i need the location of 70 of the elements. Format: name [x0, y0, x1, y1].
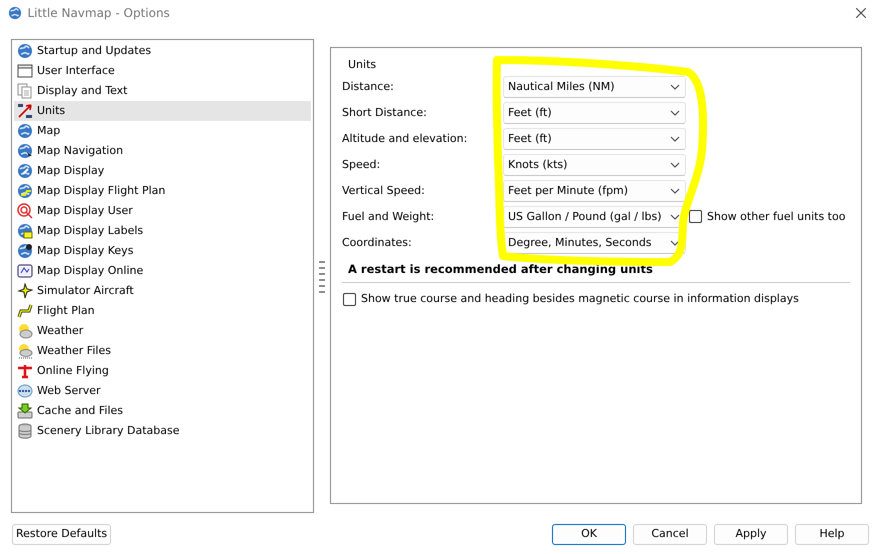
restore-defaults-button[interactable]: Restore Defaults	[12, 524, 112, 546]
sidebar-item[interactable]: Cache and Files	[14, 400, 311, 421]
sidebar-item[interactable]: Map	[14, 120, 311, 141]
dialog-button[interactable]: Help	[795, 524, 869, 546]
field-label: Altitude and elevation:	[342, 130, 468, 147]
download-icon	[17, 402, 33, 419]
close-icon[interactable]	[856, 8, 866, 18]
sidebar-item[interactable]: Web Server	[14, 380, 311, 401]
sidebar-item[interactable]: Flight Plan	[14, 300, 311, 321]
field-label: Short Distance:	[342, 104, 428, 121]
sidebar-item[interactable]: Weather	[14, 320, 311, 341]
sidebar-item[interactable]: Map Display Keys	[14, 240, 311, 261]
sidebar-item[interactable]: Weather Files	[14, 340, 311, 361]
dialog-button[interactable]: OK	[552, 524, 626, 546]
field-label: Coordinates:	[342, 234, 413, 251]
chevron-icon	[670, 110, 680, 116]
cloud-icon	[17, 342, 33, 359]
dialog-button[interactable]: Apply	[714, 524, 788, 546]
globe-icon	[17, 182, 33, 199]
globe-icon	[17, 122, 33, 139]
screen-icon	[17, 262, 33, 279]
field-label: Fuel and Weight:	[342, 208, 436, 225]
arrow-icon	[17, 102, 33, 119]
sidebar-item[interactable]: User Interface	[14, 60, 311, 81]
dropdown[interactable]: Knots (kts)	[503, 154, 686, 176]
sidebar-item[interactable]: Map Display Online	[14, 260, 311, 281]
cloud-icon	[17, 322, 33, 339]
field-label: Speed:	[342, 156, 382, 173]
sidebar-item[interactable]: Map Navigation	[14, 140, 311, 161]
sidebar-item[interactable]: Map Display	[14, 160, 311, 181]
sidebar-item[interactable]: Map Display Flight Plan	[14, 180, 311, 201]
field-label: Distance:	[342, 78, 395, 95]
globe-icon	[8, 6, 22, 20]
sidebar-item[interactable]: Map Display User	[14, 200, 311, 221]
web-icon	[17, 382, 33, 399]
sidebar-item[interactable]: Units	[14, 100, 311, 121]
dropdown[interactable]: Feet per Minute (fpm)	[503, 180, 686, 202]
sidebar-item[interactable]: Simulator Aircraft	[14, 280, 311, 301]
restart-notice: A restart is recommended after changing units	[347, 260, 654, 278]
checkbox[interactable]: Show other fuel units too	[689, 208, 846, 226]
globe-icon	[17, 222, 33, 239]
sidebar-item[interactable]: Map Display Labels	[14, 220, 311, 241]
sidebar-item[interactable]: Display and Text	[14, 80, 311, 101]
checkbox[interactable]: Show true course and heading besides magnetic course in information displays	[343, 290, 851, 308]
pages-icon	[17, 82, 33, 99]
route-icon	[17, 302, 33, 319]
chevron-icon	[670, 162, 680, 168]
dropdown[interactable]: Feet (ft)	[503, 102, 686, 124]
sidebar-item[interactable]: Startup and Updates	[14, 40, 311, 61]
chevron-icon	[670, 84, 680, 90]
field-label: Vertical Speed:	[342, 182, 426, 199]
chevron-icon	[670, 214, 680, 220]
window-icon	[17, 62, 33, 79]
globe-icon	[17, 42, 33, 59]
chevron-icon	[670, 240, 680, 246]
sidebar-item[interactable]: Online Flying	[14, 360, 311, 381]
dialog-button[interactable]: Cancel	[633, 524, 707, 546]
globe-icon	[17, 142, 33, 159]
dropdown[interactable]: Nautical Miles (NM)	[503, 76, 686, 98]
window-title: Little Navmap - Options	[28, 5, 170, 22]
database-icon	[17, 422, 33, 439]
group-title: Units	[347, 58, 378, 73]
chevron-icon	[670, 136, 680, 142]
sidebar-item[interactable]: Scenery Library Database	[14, 420, 311, 441]
dropdown[interactable]: Degree, Minutes, Seconds	[503, 232, 686, 254]
globe-icon	[17, 242, 33, 259]
target-icon	[17, 202, 33, 219]
globe-icon	[17, 162, 33, 179]
chevron-icon	[670, 188, 680, 194]
dropdown[interactable]: Feet (ft)	[503, 128, 686, 150]
